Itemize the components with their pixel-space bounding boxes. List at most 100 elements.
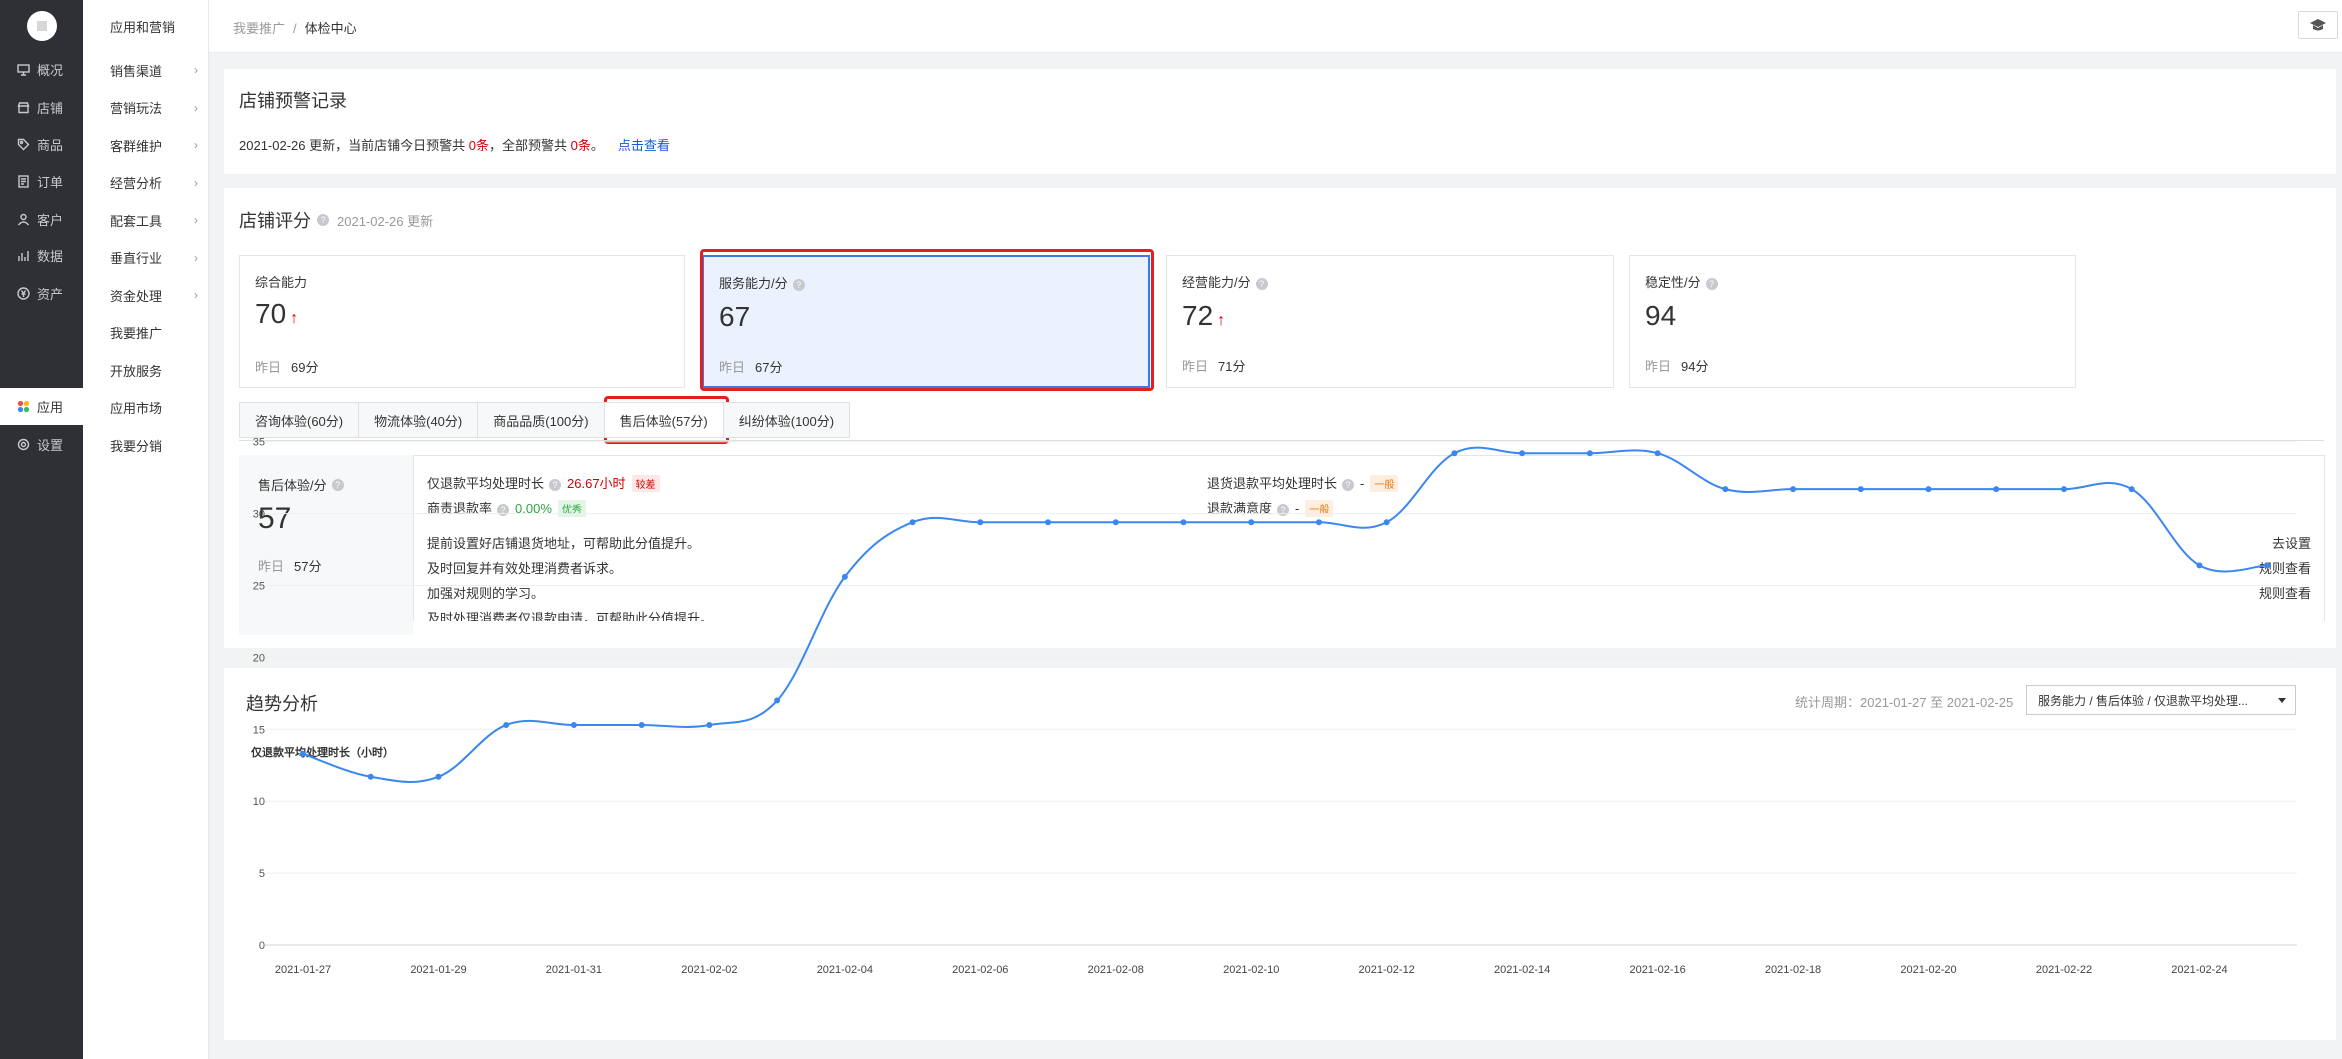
metric-row: 商责退款率? 0.00% 优秀 xyxy=(427,498,586,517)
score-card-value: 70 xyxy=(255,298,287,329)
subnav-item-label: 应用市场 xyxy=(110,401,163,416)
help-icon[interactable]: ? xyxy=(331,478,344,491)
gear-icon xyxy=(17,438,29,451)
score-yesterday-label: 昨日 xyxy=(1182,359,1209,374)
breadcrumb-parent[interactable]: 我要推广 xyxy=(233,21,285,36)
subnav-item[interactable]: 垂直行业 › xyxy=(110,248,198,268)
tip-link[interactable]: 去设置 xyxy=(2272,533,2311,552)
aftersale-yesterday-value: 57分 xyxy=(294,559,322,574)
subnav-item[interactable]: 我要分销 xyxy=(110,435,198,455)
subnav-item[interactable]: 营销玩法 › xyxy=(110,98,198,118)
sidebar-item-label: 设置 xyxy=(37,438,64,453)
score-card[interactable]: 稳定性/分? 94 昨日 94分 xyxy=(1629,255,2076,388)
help-icon[interactable]: ? xyxy=(549,478,562,491)
subnav-item[interactable]: 经营分析 › xyxy=(110,173,198,193)
warning-count-all: 0条 xyxy=(570,138,591,153)
trend-period: 统计周期：2021-01-27 至 2021-02-25 xyxy=(1795,695,2014,710)
metric-name: 仅退款平均处理时长 xyxy=(427,476,545,491)
score-card-value: 94 xyxy=(1645,300,1677,331)
score-card-label: 稳定性/分 xyxy=(1645,275,1701,290)
metric-row: 退货退款平均处理时长? - 一般 xyxy=(1207,473,1399,492)
subnav-item[interactable]: 我要推广 xyxy=(110,323,198,343)
tab-sub-score[interactable]: 纠纷体验(100分) xyxy=(722,402,851,438)
chevron-right-icon: › xyxy=(194,175,198,190)
metric-name: 退货退款平均处理时长 xyxy=(1207,476,1338,491)
sidebar-item-label: 应用 xyxy=(37,400,64,415)
score-yesterday-label: 昨日 xyxy=(1645,359,1672,374)
tip-text: 加强对规则的学习。 xyxy=(427,586,545,601)
subnav-item[interactable]: 客群维护 › xyxy=(110,135,198,155)
metric-row: 仅退款平均处理时长? 26.67小时 较差 xyxy=(427,473,660,492)
metric-tag: 较差 xyxy=(631,475,660,492)
sidebar-item-tag[interactable]: 商品 xyxy=(0,126,83,163)
help-icon[interactable]: ? xyxy=(1255,277,1268,290)
sidebar-item-label: 订单 xyxy=(37,175,64,190)
sidebar-item-apps[interactable]: 应用 xyxy=(0,388,83,425)
sidebar-item-gear[interactable]: 设置 xyxy=(0,426,83,463)
metric-select[interactable]: 服务能力 / 售后体验 / 仅退款平均处理... xyxy=(2026,685,2296,715)
graduation-cap-button[interactable] xyxy=(2298,11,2338,39)
help-icon[interactable]: ? xyxy=(497,503,510,516)
document-icon xyxy=(17,175,29,188)
sidebar-item-label: 数据 xyxy=(37,249,64,264)
metric-value: - xyxy=(1360,476,1365,491)
monitor-icon xyxy=(16,64,30,76)
secondary-sidebar: 应用和营销 销售渠道 › 营销玩法 › 客群维护 › 经营分析 › 配套工具 › 垂直行业 › 资金处理… xyxy=(83,0,209,1059)
help-icon[interactable]: ? xyxy=(1705,277,1718,290)
sidebar-item-monitor[interactable]: 概况 xyxy=(0,51,83,88)
warning-view-link[interactable]: 点击查看 xyxy=(618,138,670,153)
score-card[interactable]: 综合能力 70 ↑ 昨日 69分 xyxy=(239,255,685,388)
subnav-item[interactable]: 开放服务 xyxy=(110,360,198,380)
subnav-item-label: 我要分销 xyxy=(110,438,163,454)
metric-value: 0.00% xyxy=(515,501,552,516)
breadcrumb-separator: / xyxy=(293,21,297,36)
help-icon[interactable]: ? xyxy=(1277,503,1290,516)
help-icon[interactable]: ? xyxy=(1342,478,1355,491)
arrow-up-icon: ↑ xyxy=(290,310,299,327)
tab-sub-score[interactable]: 咨询体验(60分) xyxy=(239,402,359,438)
apps-icon xyxy=(17,400,29,413)
currency-icon xyxy=(16,287,30,300)
subnav-item-label: 配套工具 xyxy=(110,213,163,229)
trend-title: 趋势分析 xyxy=(246,694,318,714)
score-card[interactable]: 经营能力/分? 72 ↑ 昨日 71分 xyxy=(1166,255,1614,388)
tab-sub-score[interactable]: 物流体验(40分) xyxy=(358,402,478,438)
help-icon[interactable]: ? xyxy=(317,214,329,226)
tag-icon xyxy=(17,138,29,151)
sidebar-item-user[interactable]: 客户 xyxy=(0,201,83,238)
aftersale-label: 售后体验/分 xyxy=(258,478,327,493)
metric-tag: 一般 xyxy=(1370,475,1399,492)
subnav-item[interactable]: 销售渠道 › xyxy=(110,60,198,80)
sidebar-item-label: 资产 xyxy=(37,287,64,302)
metric-name: 商责退款率 xyxy=(427,501,493,516)
sidebar-item-currency[interactable]: 资产 xyxy=(0,275,83,312)
subnav-item[interactable]: 应用市场 xyxy=(110,398,198,418)
sidebar-item-label: 客户 xyxy=(37,213,64,228)
arrow-up-icon: ↑ xyxy=(1217,312,1226,329)
subnav-item[interactable]: 配套工具 › xyxy=(110,210,198,230)
tab-sub-score[interactable]: 商品品质(100分) xyxy=(477,402,604,438)
primary-sidebar: 概况店铺 商品订单客户数据资产应用设置 xyxy=(0,0,83,1059)
tab-sub-score[interactable]: 售后体验(57分) xyxy=(603,402,723,438)
score-title: 店铺评分 xyxy=(239,211,311,231)
sidebar-item-label: 概况 xyxy=(37,63,64,78)
store-logo[interactable] xyxy=(27,11,57,41)
subnav-item-label: 垂直行业 xyxy=(110,251,163,266)
top-header: 我要推广 / 体检中心 xyxy=(209,0,2342,53)
subnav-item-label: 经营分析 xyxy=(110,176,163,191)
highlight-service-card xyxy=(700,249,1154,391)
trend-card: 趋势分析 统计周期：2021-01-27 至 2021-02-25 xyxy=(224,668,2336,1040)
tip-link[interactable]: 规则查看 xyxy=(2259,558,2311,577)
sub-score-tabs: 咨询体验(60分) 物流体验(40分) 商品品质(100分) 售后体验(57分) 纠纷体… xyxy=(239,402,851,442)
subnav-item-label: 我要推广 xyxy=(110,326,163,341)
tip-link[interactable]: 规则查看 xyxy=(2259,583,2311,602)
sidebar-item-document[interactable]: 订单 xyxy=(0,163,83,200)
subnav-item[interactable]: 资金处理 › xyxy=(110,285,198,305)
sidebar-item-store[interactable]: 店铺 xyxy=(0,89,83,126)
score-card-label: 经营能力/分 xyxy=(1182,275,1251,290)
aftersale-value: 57 xyxy=(258,502,292,535)
sidebar-item-bar-chart[interactable]: 数据 xyxy=(0,237,83,274)
tip-text: 及时回复并有效处理消费者诉求。 xyxy=(427,561,623,576)
score-card-value: 72 xyxy=(1182,300,1214,331)
subnav-item-label: 客群维护 xyxy=(110,138,163,154)
